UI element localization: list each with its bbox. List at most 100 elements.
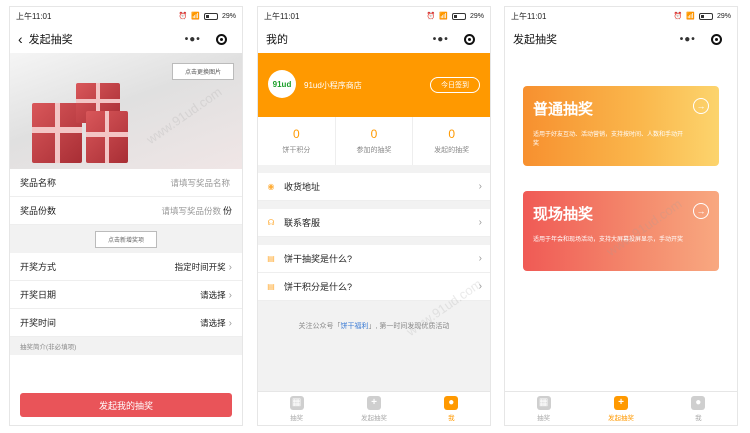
navbar: 发起抽奖 •●•	[505, 25, 737, 53]
stat-cookie-points[interactable]: 0 饼干积分	[258, 117, 336, 165]
tab-lottery[interactable]: ▦ 抽奖	[505, 392, 582, 425]
chevron-right-icon: ›	[228, 261, 232, 273]
draw-method-value: 指定时间开奖	[174, 261, 226, 272]
chevron-right-icon: ›	[478, 253, 482, 264]
follow-notice: 关注公众号「饼干福利」, 第一时间发现优质活动	[298, 323, 450, 330]
card-desc: 适用于年会和现场活动，支持大屏幕投屏显示，手动开奖	[533, 237, 684, 243]
close-circle-icon[interactable]	[711, 33, 723, 45]
mini-program-capsule: •●•	[672, 30, 730, 48]
battery-percent: 29%	[221, 12, 236, 20]
more-icon[interactable]: •●•	[680, 34, 696, 45]
prize-count-row[interactable]: 奖品份数 请填写奖品份数份	[10, 197, 242, 225]
status-time: 上午11:01	[16, 11, 52, 21]
close-circle-icon[interactable]	[464, 33, 476, 45]
plus-icon: +	[613, 395, 628, 410]
alarm-icon: ⏰	[426, 13, 436, 20]
status-bar: 上午11:01 ⏰ 📶 29%	[10, 7, 242, 25]
prize-count-label: 奖品份数	[20, 206, 57, 216]
navbar: ‹ 发起抽奖 •●•	[10, 25, 242, 53]
arrow-right-circle-icon[interactable]: →	[693, 203, 709, 219]
card-title: 普通抽奖	[533, 101, 594, 118]
gift-box-image	[32, 103, 82, 163]
prize-banner: 点击更换图片	[10, 53, 242, 169]
prize-name-label: 奖品名称	[20, 178, 57, 188]
submit-lottery-button[interactable]: 发起我的抽奖	[20, 393, 232, 417]
normal-lottery-card[interactable]: 普通抽奖 适用于好友互动、活动营销，支持按时间、人数和手动开奖 →	[523, 86, 719, 166]
document-icon: ▤	[267, 254, 275, 263]
tab-me[interactable]: ● 我	[413, 392, 490, 425]
battery-icon	[203, 12, 218, 20]
stats-row: 0 饼干积分 0 参加的抽奖 0 发起的抽奖	[258, 117, 490, 165]
arrow-right-circle-icon[interactable]: →	[693, 98, 709, 114]
back-arrow-icon[interactable]: ‹	[18, 32, 23, 46]
tab-create[interactable]: + 发起抽奖	[582, 392, 659, 425]
draw-time-row[interactable]: 开奖时间 请选择 ›	[10, 309, 242, 337]
mini-program-capsule: •●•	[177, 30, 235, 48]
live-lottery-card[interactable]: 现场抽奖 适用于年会和现场活动，支持大屏幕投屏显示，手动开奖 →	[523, 191, 719, 271]
status-bar: 上午11:01 ⏰ 📶 29%	[505, 7, 737, 25]
tab-bar: ▦ 抽奖 + 发起抽奖 ● 我	[505, 391, 737, 425]
menu-shipping-address[interactable]: ◉ 收货地址 ›	[258, 173, 490, 201]
page-title: 发起抽奖	[28, 34, 73, 46]
stat-joined-lotteries[interactable]: 0 参加的抽奖	[336, 117, 414, 165]
card-desc: 适用于好友互动、活动营销，支持按时间、人数和手动开奖	[533, 132, 684, 147]
battery-icon	[451, 12, 466, 20]
draw-method-row[interactable]: 开奖方式 指定时间开奖 ›	[10, 253, 242, 281]
navbar: 我的 •●•	[258, 25, 490, 53]
chevron-right-icon: ›	[228, 317, 232, 329]
gift-icon: ▦	[536, 395, 551, 410]
battery-icon	[698, 12, 713, 20]
tab-create[interactable]: + 发起抽奖	[335, 392, 412, 425]
add-prize-area: 点击新增奖项	[10, 225, 242, 253]
draw-date-row[interactable]: 开奖日期 请选择 ›	[10, 281, 242, 309]
user-icon: ●	[444, 395, 459, 410]
shop-logo: 91ud	[268, 70, 296, 98]
chevron-right-icon: ›	[478, 181, 482, 192]
wifi-icon: 📶	[439, 13, 448, 20]
menu-what-is-lottery[interactable]: ▤ 饼干抽奖是什么? ›	[258, 245, 490, 273]
plus-icon: +	[366, 395, 381, 410]
menu-what-is-points[interactable]: ▤ 饼干积分是什么? ›	[258, 273, 490, 301]
more-icon[interactable]: •●•	[185, 34, 201, 45]
official-account-link[interactable]: 饼干福利	[341, 323, 369, 330]
add-prize-button[interactable]: 点击新增奖项	[95, 230, 157, 248]
page-title: 我的	[266, 34, 288, 46]
chevron-right-icon: ›	[228, 289, 232, 301]
page-title: 发起抽奖	[513, 34, 557, 46]
tab-lottery[interactable]: ▦ 抽奖	[258, 392, 335, 425]
chevron-right-icon: ›	[478, 281, 482, 292]
tab-me[interactable]: ● 我	[660, 392, 737, 425]
prize-count-unit: 份	[222, 206, 232, 216]
prize-name-row[interactable]: 奖品名称 请填写奖品名称	[10, 169, 242, 197]
close-circle-icon[interactable]	[216, 33, 228, 45]
status-icons: ⏰ 📶 29%	[179, 12, 236, 20]
location-icon: ◉	[267, 182, 275, 191]
screen-create-lottery: 上午11:01 ⏰ 📶 29% ‹ 发起抽奖 •●• 点击更换图片 奖品名称 请…	[9, 6, 243, 426]
alarm-icon: ⏰	[673, 13, 683, 20]
prize-name-input[interactable]: 请填写奖品名称	[170, 178, 230, 188]
wifi-icon: 📶	[191, 13, 200, 20]
intro-textarea[interactable]	[10, 355, 242, 387]
gift-icon: ▦	[289, 395, 304, 410]
status-bar: 上午11:01 ⏰ 📶 29%	[258, 7, 490, 25]
checkin-button[interactable]: 今日签到	[430, 77, 480, 93]
change-image-button[interactable]: 点击更换图片	[172, 63, 234, 80]
profile-header: 91ud 91ud小程序商店 今日签到	[258, 53, 490, 117]
intro-label: 抽奖简介(非必填项)	[20, 344, 77, 351]
user-icon: ●	[691, 395, 706, 410]
menu-customer-service[interactable]: ☊ 联系客服 ›	[258, 209, 490, 237]
more-icon[interactable]: •●•	[433, 34, 449, 45]
document-icon: ▤	[267, 282, 275, 291]
wifi-icon: 📶	[686, 13, 695, 20]
tab-bar: ▦ 抽奖 + 发起抽奖 ● 我	[258, 391, 490, 425]
card-title: 现场抽奖	[533, 206, 594, 223]
shop-name: 91ud小程序商店	[304, 81, 362, 90]
gift-box-image	[86, 111, 128, 163]
prize-count-input[interactable]: 请填写奖品份数	[161, 206, 221, 216]
mini-program-capsule: •●•	[425, 30, 483, 48]
screen-choose-lottery-type: 上午11:01 ⏰ 📶 29% 发起抽奖 •●• 普通抽奖 适用于好友互动、活动…	[504, 6, 738, 426]
draw-date-value: 请选择	[200, 289, 226, 300]
alarm-icon: ⏰	[178, 13, 188, 20]
draw-time-value: 请选择	[200, 317, 226, 328]
stat-created-lotteries[interactable]: 0 发起的抽奖	[413, 117, 490, 165]
